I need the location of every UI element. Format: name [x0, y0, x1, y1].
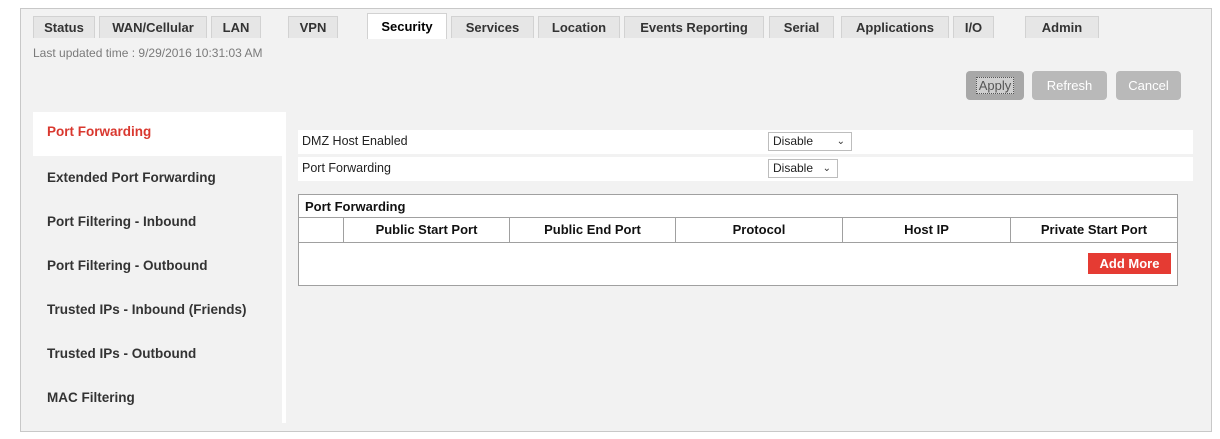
main-panel: DMZ Host Enabled Disable ⌄ Port Forwardi…: [286, 112, 1199, 423]
tab-serial[interactable]: Serial: [769, 16, 834, 38]
chevron-down-icon: ⌄: [822, 163, 831, 174]
port-forwarding-table: Port Forwarding Public Start Port Public…: [298, 194, 1178, 286]
tab-applications[interactable]: Applications: [841, 16, 949, 38]
sidebar-item-port-filtering-outbound[interactable]: Port Filtering - Outbound: [33, 244, 282, 288]
chevron-down-icon: ⌄: [836, 136, 845, 147]
sidebar-item-trusted-ips-inbound[interactable]: Trusted IPs - Inbound (Friends): [33, 288, 282, 332]
sidebar-item-mac-filtering[interactable]: MAC Filtering: [33, 376, 282, 420]
apply-button-label: Apply: [975, 77, 1015, 94]
port-forwarding-label: Port Forwarding: [302, 161, 391, 175]
tab-vpn[interactable]: VPN: [288, 16, 338, 38]
tab-wan-cellular[interactable]: WAN/Cellular: [99, 16, 207, 38]
port-forwarding-row: Port Forwarding Disable ⌄: [298, 157, 1193, 181]
tab-lan[interactable]: LAN: [211, 16, 261, 38]
column-header-private-start-port: Private Start Port: [1010, 218, 1177, 242]
tab-events-reporting[interactable]: Events Reporting: [624, 16, 764, 38]
tab-security[interactable]: Security: [367, 13, 447, 39]
dmz-host-row: DMZ Host Enabled Disable ⌄: [298, 130, 1193, 154]
refresh-button[interactable]: Refresh: [1032, 71, 1107, 100]
dmz-host-label: DMZ Host Enabled: [302, 134, 408, 148]
column-header-select: [299, 218, 343, 242]
cancel-button[interactable]: Cancel: [1116, 71, 1181, 100]
tab-status[interactable]: Status: [33, 16, 95, 38]
port-forwarding-table-header: Public Start Port Public End Port Protoc…: [299, 217, 1177, 243]
last-updated-text: Last updated time : 9/29/2016 10:31:03 A…: [33, 46, 263, 60]
tab-services[interactable]: Services: [451, 16, 534, 38]
sidebar-item-port-filtering-inbound[interactable]: Port Filtering - Inbound: [33, 200, 282, 244]
action-bar: Last updated time : 9/29/2016 10:31:03 A…: [21, 38, 1211, 110]
dmz-host-value: Disable: [773, 134, 814, 148]
column-header-public-start-port: Public Start Port: [343, 218, 509, 242]
app-frame: Status WAN/Cellular LAN VPN Security Ser…: [20, 8, 1212, 432]
port-forwarding-select[interactable]: Disable ⌄: [768, 159, 838, 178]
column-header-protocol: Protocol: [675, 218, 842, 242]
content-area: Port Forwarding Extended Port Forwarding…: [33, 112, 1199, 423]
column-header-host-ip: Host IP: [842, 218, 1010, 242]
dmz-host-select[interactable]: Disable ⌄: [768, 132, 852, 151]
port-forwarding-value: Disable: [773, 161, 814, 175]
tab-io[interactable]: I/O: [953, 16, 994, 38]
sidebar: Port Forwarding Extended Port Forwarding…: [33, 112, 282, 423]
add-more-button[interactable]: Add More: [1088, 253, 1171, 274]
apply-button[interactable]: Apply: [966, 71, 1024, 100]
top-tab-bar: Status WAN/Cellular LAN VPN Security Ser…: [21, 9, 1211, 39]
sidebar-item-port-forwarding[interactable]: Port Forwarding: [33, 112, 282, 156]
sidebar-item-trusted-ips-outbound[interactable]: Trusted IPs - Outbound: [33, 332, 282, 376]
tab-location[interactable]: Location: [538, 16, 620, 38]
tab-admin[interactable]: Admin: [1025, 16, 1099, 38]
port-forwarding-table-title: Port Forwarding: [305, 199, 406, 214]
sidebar-item-extended-port-forwarding[interactable]: Extended Port Forwarding: [33, 156, 282, 200]
column-header-public-end-port: Public End Port: [509, 218, 675, 242]
